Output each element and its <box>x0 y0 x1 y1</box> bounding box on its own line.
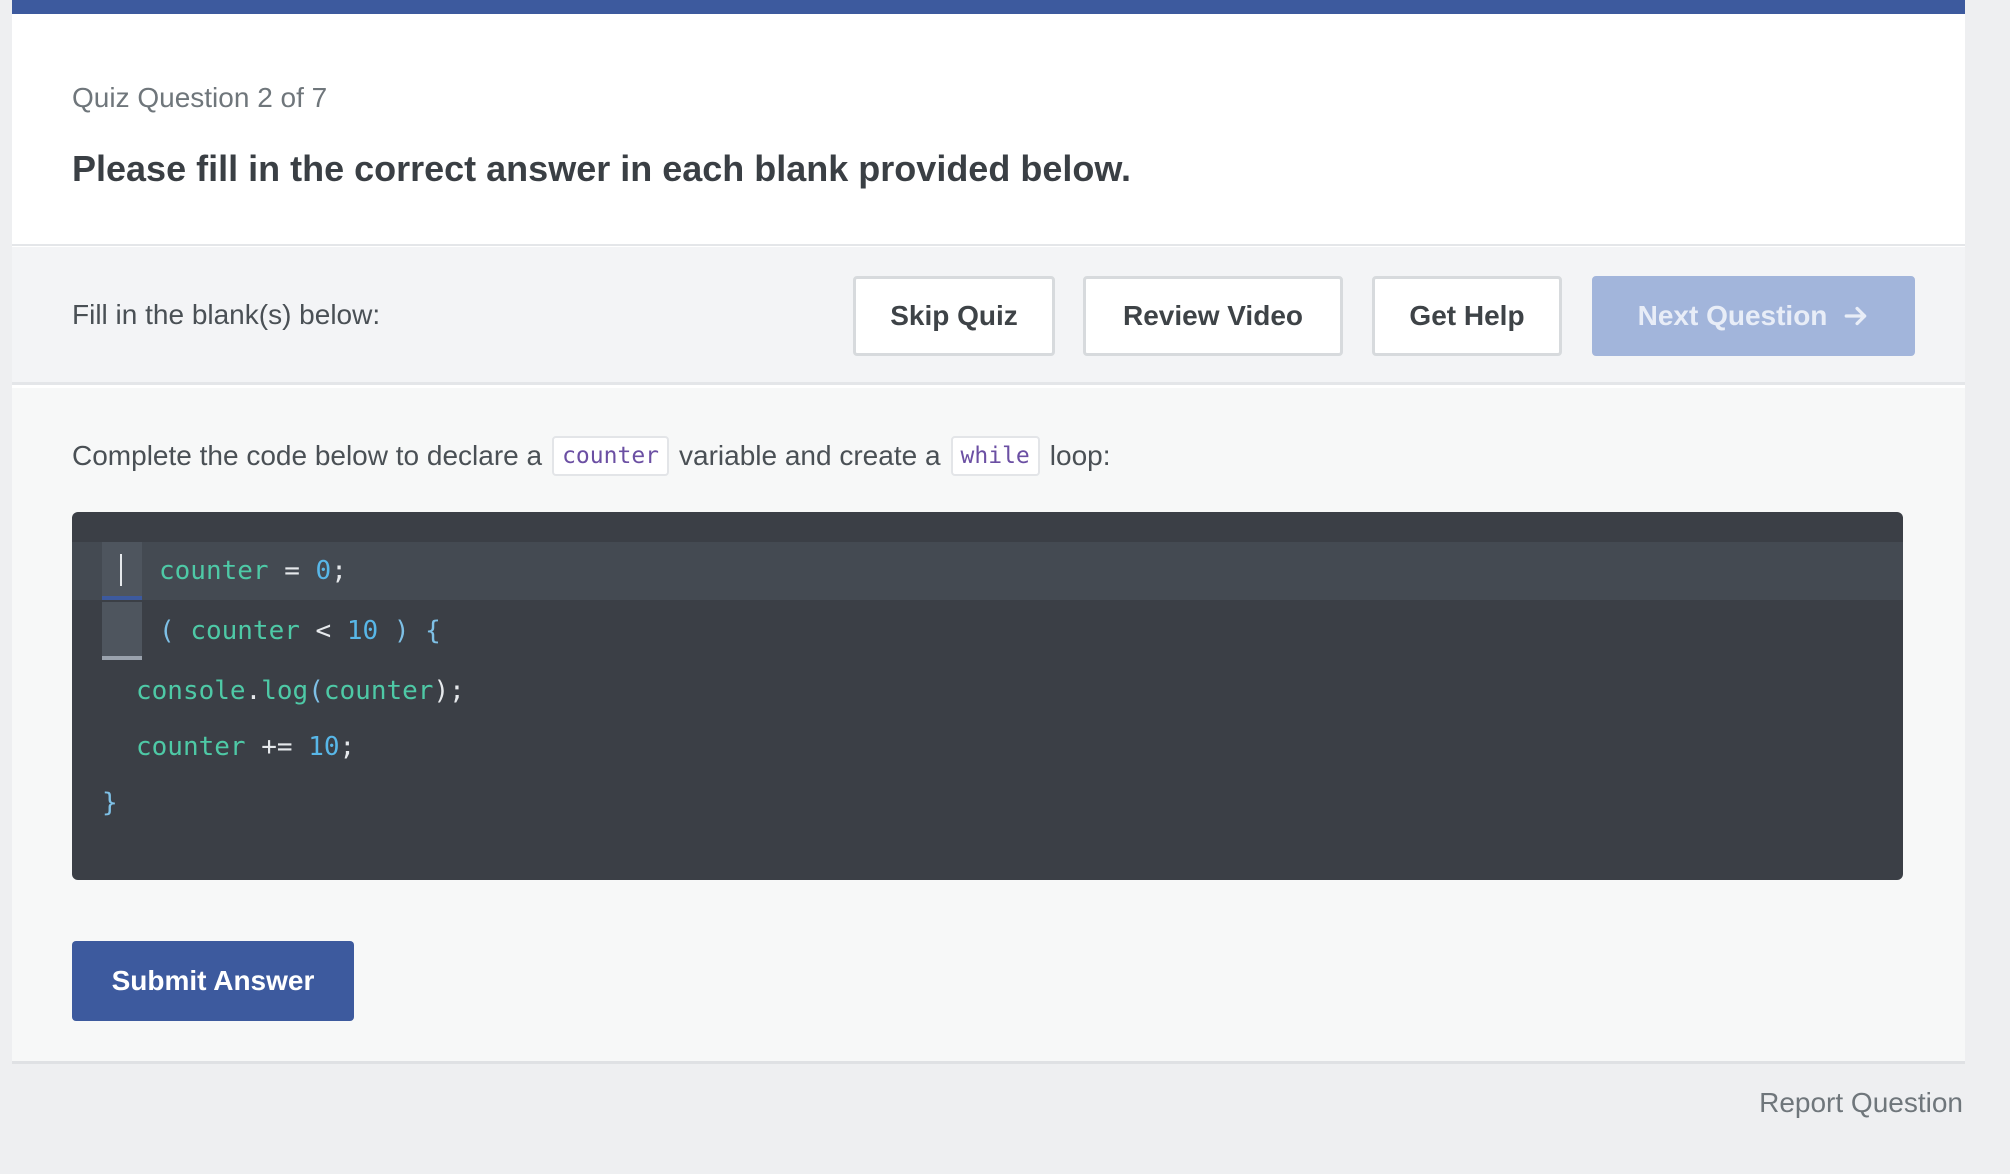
next-question-label: Next Question <box>1637 300 1828 331</box>
question-content: Complete the code below to declare a cou… <box>12 388 1965 1061</box>
prompt-text-after: loop: <box>1049 440 1111 471</box>
code-token: counter <box>136 732 246 762</box>
inline-code-counter: counter <box>552 436 670 476</box>
code-token: console <box>136 676 246 706</box>
code-token: 0 <box>315 556 332 586</box>
quiz-card: Quiz Question 2 of 7 Please fill in the … <box>12 0 1965 1061</box>
code-token: ) { <box>378 616 441 646</box>
inline-code-while: while <box>950 436 1040 476</box>
toolbar-label: Fill in the blank(s) below: <box>72 299 381 330</box>
prompt-text-middle: variable and create a <box>679 440 941 471</box>
code-token: counter <box>323 676 434 706</box>
blank-input-2[interactable] <box>102 602 142 660</box>
review-video-button[interactable]: Review Video <box>1083 276 1343 356</box>
code-line-1: counter = 0 ; <box>72 542 1903 600</box>
code-token: ( <box>308 676 324 706</box>
code-token: log <box>261 676 309 706</box>
code-token: ( <box>159 616 191 646</box>
code-editor: counter = 0 ; ( counter < 10 ) { console… <box>72 512 1903 880</box>
code-line-3: console . log ( counter ); <box>72 662 1903 720</box>
code-token: . <box>245 676 262 706</box>
question-title: Please fill in the correct answer in eac… <box>72 148 1131 189</box>
code-token: ); <box>433 676 465 706</box>
code-token: counter <box>190 616 300 646</box>
get-help-button[interactable]: Get Help <box>1372 276 1562 356</box>
code-line-2: ( counter < 10 ) { <box>72 602 1903 660</box>
prompt-text-before: Complete the code below to declare a <box>72 440 543 471</box>
next-question-button[interactable]: Next Question <box>1592 276 1915 356</box>
skip-quiz-button[interactable]: Skip Quiz <box>853 276 1055 356</box>
text-caret <box>120 554 122 586</box>
question-prompt: Complete the code below to declare a cou… <box>72 436 1111 476</box>
code-token: 10 <box>346 616 379 646</box>
arrow-right-icon <box>1845 306 1867 326</box>
submit-answer-button[interactable]: Submit Answer <box>72 941 354 1021</box>
code-token: 10 <box>308 732 340 762</box>
report-question-link[interactable]: Report Question <box>1759 1087 1963 1119</box>
code-token: ; <box>331 556 347 586</box>
code-line-4: counter += 10 ; <box>72 718 1903 776</box>
code-token: = <box>268 556 316 586</box>
code-line-5: } <box>72 774 1903 832</box>
quiz-toolbar: Fill in the blank(s) below: Skip Quiz Re… <box>12 247 1965 385</box>
code-token: } <box>102 788 118 818</box>
code-token: ; <box>339 732 356 762</box>
top-accent-bar <box>12 0 1965 14</box>
code-token: += <box>245 732 309 762</box>
blank-input-1[interactable] <box>102 542 142 600</box>
question-counter: Quiz Question 2 of 7 <box>72 82 328 113</box>
quiz-header: Quiz Question 2 of 7 Please fill in the … <box>12 14 1965 246</box>
code-token: < <box>299 616 347 646</box>
